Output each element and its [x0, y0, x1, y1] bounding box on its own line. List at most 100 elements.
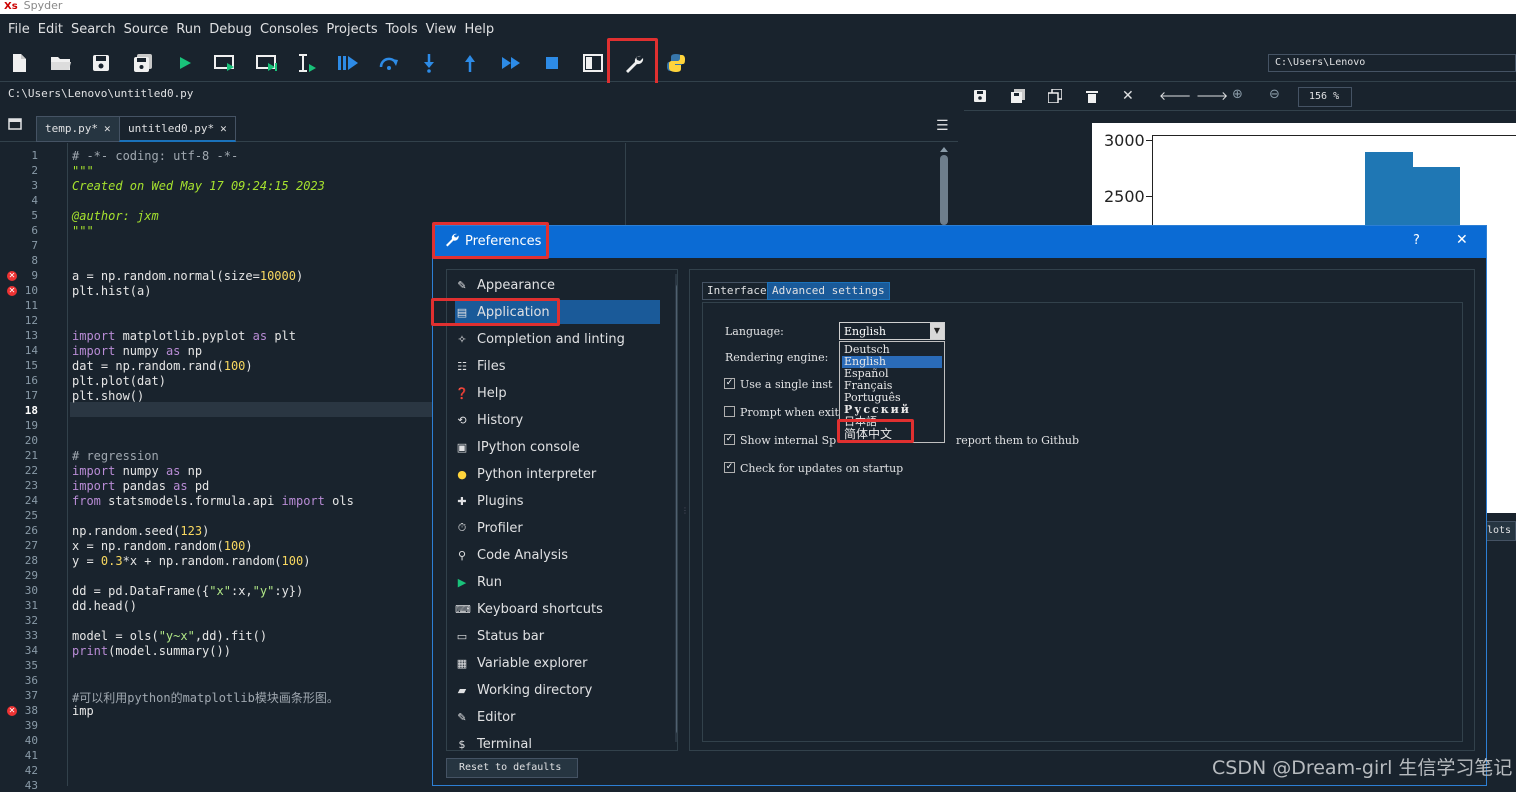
pref-item-code-analysis[interactable]: ⚲ Code Analysis — [455, 543, 660, 567]
menu-edit[interactable]: Edit — [34, 22, 67, 37]
menu-tools[interactable]: Tools — [382, 22, 422, 37]
prompt-exit-checkbox[interactable] — [724, 406, 735, 417]
reset-to-defaults-button[interactable]: Reset to defaults — [446, 758, 578, 778]
plots-tab[interactable]: lots — [1484, 521, 1516, 541]
save-all-icon[interactable] — [128, 50, 158, 76]
tab-untitled0-py[interactable]: untitled0.py* ✕ — [119, 116, 236, 142]
menu-help[interactable]: Help — [461, 22, 499, 37]
previous-plot-icon[interactable]: 🡐 — [1159, 88, 1191, 103]
error-icon[interactable]: ✕ — [7, 271, 17, 281]
python-path-icon[interactable] — [661, 50, 691, 76]
working-directory-input[interactable]: C:\Users\Lenovo — [1268, 54, 1516, 72]
delete-icon[interactable] — [1086, 89, 1098, 107]
advanced-settings-body: Language: English ▼ Rendering engine: ✓ U… — [702, 302, 1463, 742]
line-number: 9 — [31, 269, 38, 282]
tab-interface[interactable]: Interface — [702, 282, 772, 300]
menu-consoles[interactable]: Consoles — [256, 22, 322, 37]
menu-run[interactable]: Run — [172, 22, 205, 37]
zoom-out-icon[interactable]: ⊖ — [1269, 87, 1280, 102]
menu-debug[interactable]: Debug — [205, 22, 256, 37]
pref-item-completion[interactable]: ✧ Completion and linting — [455, 327, 660, 351]
pref-item-files[interactable]: ☷ Files — [455, 354, 660, 378]
language-select[interactable]: English ▼ — [839, 322, 945, 340]
code-line: dat = np.random.rand(100) — [72, 359, 253, 373]
chevron-down-icon[interactable]: ▼ — [930, 323, 944, 339]
pref-item-help[interactable]: ❓ Help — [455, 381, 660, 405]
error-icon[interactable]: ✕ — [7, 286, 17, 296]
run-selection-icon[interactable] — [292, 50, 322, 76]
menu-source[interactable]: Source — [120, 22, 173, 37]
close-button[interactable]: ✕ — [1456, 232, 1468, 248]
pref-item-ipython-console[interactable]: ▣ IPython console — [455, 435, 660, 459]
debug-icon[interactable] — [333, 50, 363, 76]
line-number: 24 — [24, 494, 38, 507]
language-label: Language: — [725, 325, 784, 338]
run-cell-advance-icon[interactable] — [252, 50, 282, 76]
pref-item-run[interactable]: ▶ Run — [455, 570, 660, 594]
save-all-icon[interactable] — [1011, 89, 1025, 107]
menu-file[interactable]: File — [4, 22, 34, 37]
browse-tabs-icon[interactable] — [8, 118, 22, 134]
show-internal-errors-checkbox[interactable]: ✓ — [724, 434, 735, 445]
pref-item-label: Status bar — [477, 628, 545, 644]
history-icon: ⟲ — [457, 413, 467, 427]
options-menu-icon[interactable]: ☰ — [936, 118, 949, 134]
code-line: plt.plot(dat) — [72, 374, 166, 388]
preferences-dialog: Preferences ? ✕ ✎ Appearance ▤ Application… — [431, 222, 1487, 786]
pref-item-terminal[interactable]: $ Terminal — [455, 732, 660, 751]
continue-icon[interactable] — [496, 50, 526, 76]
stop-icon[interactable] — [537, 50, 567, 76]
line-number: 5 — [31, 209, 38, 222]
single-instance-checkbox[interactable]: ✓ — [724, 378, 735, 389]
pref-item-keyboard-shortcuts[interactable]: ⌨ Keyboard shortcuts — [455, 597, 660, 621]
menu-bar: File Edit Search Source Run Debug Consol… — [0, 14, 1516, 44]
save-icon[interactable] — [86, 50, 116, 76]
zoom-level[interactable]: 156 % — [1298, 87, 1352, 107]
step-over-icon[interactable] — [374, 50, 404, 76]
step-into-icon[interactable] — [414, 50, 444, 76]
save-icon[interactable] — [974, 90, 986, 106]
zoom-in-icon[interactable]: ⊕ — [1232, 87, 1243, 102]
pref-item-profiler[interactable]: ⏱ Profiler — [455, 516, 660, 540]
editor-scrollbar[interactable] — [938, 147, 950, 233]
open-file-icon[interactable] — [46, 50, 76, 76]
pref-item-working-directory[interactable]: ▰ Working directory — [455, 678, 660, 702]
line-number: 11 — [24, 299, 38, 312]
run-icon[interactable] — [170, 50, 200, 76]
error-icon[interactable]: ✕ — [7, 706, 17, 716]
step-out-icon[interactable] — [455, 50, 485, 76]
preferences-category-list: ✎ Appearance ▤ Application ✧ Completion and… — [446, 269, 678, 751]
menu-view[interactable]: View — [422, 22, 461, 37]
close-icon[interactable]: ✕ — [220, 122, 227, 135]
tab-advanced-settings[interactable]: Advanced settings — [767, 282, 890, 300]
next-plot-icon[interactable]: 🡒 — [1196, 88, 1228, 103]
pref-item-history[interactable]: ⟲ History — [455, 408, 660, 432]
line-number: 31 — [24, 599, 38, 612]
close-icon[interactable]: ✕ — [104, 122, 111, 135]
clear-all-icon[interactable]: ✕ — [1122, 88, 1134, 104]
pref-item-editor[interactable]: ✎ Editor — [455, 705, 660, 729]
pref-item-variable-explorer[interactable]: ▦ Variable explorer — [455, 651, 660, 675]
category-scrollbar[interactable] — [675, 274, 677, 742]
tab-temp-py[interactable]: temp.py* ✕ — [36, 116, 120, 142]
plot-top-border — [1153, 135, 1516, 136]
line-number: 20 — [24, 434, 38, 447]
maximize-pane-icon[interactable] — [578, 50, 608, 76]
terminal-icon: $ — [458, 737, 466, 751]
language-option[interactable]: 简体中文 — [842, 428, 942, 440]
pref-item-python-interpreter[interactable]: ● Python interpreter — [455, 462, 660, 486]
pref-item-appearance[interactable]: ✎ Appearance — [455, 273, 660, 297]
check-updates-checkbox[interactable]: ✓ — [724, 462, 735, 473]
menu-search[interactable]: Search — [67, 22, 120, 37]
menu-projects[interactable]: Projects — [322, 22, 381, 37]
help-button[interactable]: ? — [1413, 233, 1420, 248]
run-cell-icon[interactable] — [210, 50, 240, 76]
pref-item-application[interactable]: ▤ Application — [455, 300, 660, 324]
preferences-wrench-icon[interactable] — [619, 50, 649, 76]
scrollbar-thumb[interactable] — [676, 284, 677, 734]
new-file-icon[interactable] — [4, 50, 34, 76]
pref-item-plugins[interactable]: ✚ Plugins — [455, 489, 660, 513]
copy-icon[interactable] — [1047, 88, 1063, 107]
pref-item-status-bar[interactable]: ▭ Status bar — [455, 624, 660, 648]
splitter-handle[interactable]: ⋮ — [681, 506, 689, 515]
